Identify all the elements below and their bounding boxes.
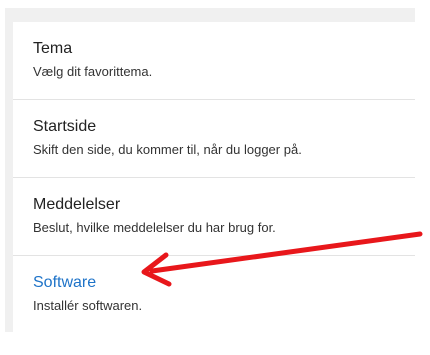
settings-page: Tema Vælg dit favorittema. Startside Ski…: [0, 0, 430, 355]
settings-item-software[interactable]: Software Installér softwaren.: [13, 256, 415, 336]
settings-item-theme[interactable]: Tema Vælg dit favorittema.: [13, 22, 415, 100]
settings-item-startpage[interactable]: Startside Skift den side, du kommer til,…: [13, 100, 415, 178]
settings-item-notifications[interactable]: Meddelelser Beslut, hvilke meddelelser d…: [13, 178, 415, 256]
settings-item-title[interactable]: Meddelelser: [33, 196, 120, 214]
settings-item-description: Skift den side, du kommer til, når du lo…: [33, 142, 302, 157]
settings-item-description: Vælg dit favorittema.: [33, 64, 153, 79]
software-link[interactable]: Software: [33, 274, 96, 292]
settings-list: Tema Vælg dit favorittema. Startside Ski…: [13, 22, 415, 336]
settings-item-title[interactable]: Tema: [33, 40, 72, 58]
settings-item-description: Installér softwaren.: [33, 298, 143, 313]
settings-item-description: Beslut, hvilke meddelelser du har brug f…: [33, 220, 276, 235]
settings-item-title[interactable]: Startside: [33, 118, 96, 136]
